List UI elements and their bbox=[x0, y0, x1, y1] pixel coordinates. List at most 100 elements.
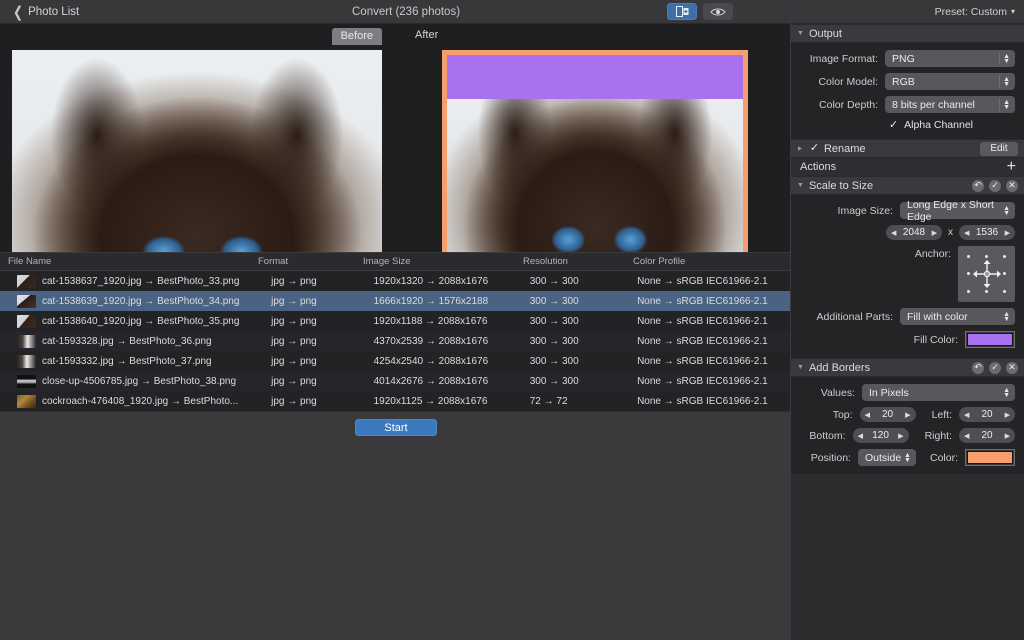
check-icon[interactable]: ✓ bbox=[989, 361, 1001, 374]
table-row[interactable]: cat-1593328.jpg → BestPhoto_36.png jpg → … bbox=[0, 331, 790, 351]
chevron-down-icon: ▾ bbox=[1010, 7, 1015, 16]
image-format-value: PNG bbox=[892, 52, 915, 65]
row-thumbnail bbox=[17, 394, 36, 408]
image-size-select[interactable]: Long Edge x Short Edge ▲ ▼ bbox=[900, 199, 1015, 223]
values-row: Values: In Pixels ▲ ▼ bbox=[800, 384, 1015, 401]
image-size-value: Long Edge x Short Edge bbox=[907, 198, 994, 223]
right-arrow-icon[interactable]: ▶ bbox=[905, 411, 910, 419]
color-depth-select[interactable]: 8 bits per channel ▲ ▼ bbox=[885, 96, 1015, 113]
right-arrow-icon[interactable]: ▶ bbox=[1005, 432, 1010, 440]
right-arrow-icon[interactable]: ▶ bbox=[932, 229, 937, 237]
table-row[interactable]: cat-1593332.jpg → BestPhoto_37.png jpg → … bbox=[0, 351, 790, 371]
before-image-frame[interactable]: Before bbox=[12, 28, 382, 252]
table-row[interactable]: cockroach-476408_1920.jpg → BestPhoto...… bbox=[0, 391, 790, 411]
right-arrow-icon[interactable]: ▶ bbox=[1005, 411, 1010, 419]
alpha-channel-checkbox[interactable]: ✓ bbox=[888, 119, 899, 131]
cell-format: jpg → png bbox=[271, 335, 317, 347]
rename-section-header[interactable]: ▼ ✓ Rename Edit bbox=[791, 139, 1024, 158]
cell-file-name: cat-1538639_1920.jpg → BestPhoto_34.png bbox=[42, 295, 240, 307]
row-thumbnail bbox=[17, 334, 36, 348]
table-row[interactable]: close-up-4506785.jpg → BestPhoto_38.png j… bbox=[0, 371, 790, 391]
disclosure-triangle-icon[interactable]: ▼ bbox=[797, 364, 804, 371]
cell-format: jpg → png bbox=[271, 295, 317, 307]
cell-image-size: 1666x1920 → 1576x2188 bbox=[373, 295, 489, 307]
position-value: Outside bbox=[864, 451, 902, 464]
back-to-photo-list-button[interactable]: ❮ Photo List bbox=[13, 2, 79, 21]
add-borders-title: Add Borders bbox=[808, 361, 871, 374]
right-stepper[interactable]: ◀ 20 ▶ bbox=[959, 428, 1015, 443]
alpha-channel-row[interactable]: ✓ Alpha Channel bbox=[800, 119, 1015, 131]
close-icon[interactable]: ✕ bbox=[1006, 179, 1018, 192]
top-stepper[interactable]: ◀ 20 ▶ bbox=[859, 407, 916, 422]
left-arrow-icon[interactable]: ◀ bbox=[865, 411, 870, 419]
height-stepper[interactable]: ◀ 1536 ▶ bbox=[959, 225, 1015, 240]
left-arrow-icon[interactable]: ◀ bbox=[858, 432, 863, 440]
table-row[interactable]: cat-1538639_1920.jpg → BestPhoto_34.png j… bbox=[0, 291, 790, 311]
column-header-file-name[interactable]: File Name bbox=[0, 256, 250, 267]
revert-icon[interactable]: ↶ bbox=[972, 361, 984, 374]
column-header-color-profile[interactable]: Color Profile bbox=[625, 256, 790, 267]
color-model-select[interactable]: RGB ▲ ▼ bbox=[885, 73, 1015, 90]
disclosure-triangle-icon[interactable]: ▼ bbox=[797, 182, 804, 189]
column-header-image-size[interactable]: Image Size bbox=[355, 256, 515, 267]
split-view-toggle-button[interactable] bbox=[667, 3, 697, 20]
revert-icon[interactable]: ↶ bbox=[972, 179, 984, 192]
add-borders-section-header[interactable]: ▼ Add Borders ↶ ✓ ✕ bbox=[791, 358, 1024, 377]
position-select[interactable]: Outside ▲ ▼ bbox=[857, 449, 916, 466]
values-value: In Pixels bbox=[869, 386, 909, 399]
start-button[interactable]: Start bbox=[355, 419, 437, 436]
check-icon[interactable]: ✓ bbox=[989, 179, 1001, 192]
cell-color-profile: None → sRGB IEC61966-2.1 bbox=[637, 355, 768, 367]
scale-to-size-section-header[interactable]: ▼ Scale to Size ↶ ✓ ✕ bbox=[791, 176, 1024, 195]
left-arrow-icon[interactable]: ◀ bbox=[964, 411, 969, 419]
cell-file-name: cat-1538640_1920.jpg → BestPhoto_35.png bbox=[42, 315, 240, 327]
rename-edit-button[interactable]: Edit bbox=[980, 141, 1018, 156]
border-color-well[interactable] bbox=[965, 449, 1015, 466]
left-arrow-icon[interactable]: ◀ bbox=[964, 432, 969, 440]
preset-bar[interactable]: Preset: Custom ▾ bbox=[791, 0, 1024, 24]
fill-color-well[interactable] bbox=[965, 331, 1015, 348]
after-image-frame[interactable]: After bbox=[415, 29, 748, 252]
left-arrow-icon[interactable]: ◀ bbox=[964, 229, 969, 237]
border-color-label: Color: bbox=[929, 451, 958, 464]
disclosure-triangle-icon[interactable]: ▼ bbox=[797, 30, 804, 37]
values-select[interactable]: In Pixels ▲ ▼ bbox=[862, 384, 1015, 401]
color-model-label: Color Model: bbox=[818, 75, 878, 88]
output-section-header[interactable]: ▼ Output bbox=[791, 24, 1024, 43]
cell-image-size: 1920x1125 → 2088x1676 bbox=[373, 395, 488, 407]
anchor-picker[interactable] bbox=[958, 246, 1015, 302]
fill-color-swatch bbox=[967, 333, 1013, 346]
width-stepper[interactable]: ◀ 2048 ▶ bbox=[886, 225, 942, 240]
cell-format: jpg → png bbox=[271, 275, 317, 287]
column-header-format[interactable]: Format bbox=[250, 256, 355, 267]
left-value: 20 bbox=[981, 409, 993, 420]
additional-parts-select[interactable]: Fill with color ▲ ▼ bbox=[900, 308, 1015, 325]
right-arrow-icon[interactable]: ▶ bbox=[898, 432, 903, 440]
right-arrow-icon[interactable]: ▶ bbox=[1005, 229, 1010, 237]
left-arrow-icon[interactable]: ◀ bbox=[891, 229, 896, 237]
alpha-channel-label: Alpha Channel bbox=[904, 119, 973, 131]
bottom-stepper[interactable]: ◀ 120 ▶ bbox=[852, 428, 909, 443]
chevron-updown-icon: ▲ ▼ bbox=[1003, 98, 1010, 111]
table-row[interactable]: cat-1538640_1920.jpg → BestPhoto_35.png j… bbox=[0, 311, 790, 331]
rename-checkbox[interactable]: ✓ bbox=[809, 143, 820, 154]
before-photo bbox=[12, 50, 382, 252]
table-header-row: File Name Format Image Size Resolution C… bbox=[0, 253, 790, 271]
image-format-select[interactable]: PNG ▲ ▼ bbox=[885, 50, 1015, 67]
plus-icon[interactable]: + bbox=[1007, 159, 1016, 175]
preview-eye-toggle-button[interactable] bbox=[703, 3, 733, 20]
cell-color-profile: None → sRGB IEC61966-2.1 bbox=[637, 295, 768, 307]
left-stepper[interactable]: ◀ 20 ▶ bbox=[959, 407, 1015, 422]
position-label: Position: bbox=[810, 451, 851, 464]
cell-color-profile: None → sRGB IEC61966-2.1 bbox=[637, 335, 768, 347]
column-header-resolution[interactable]: Resolution bbox=[515, 256, 625, 267]
chevron-left-icon: ❮ bbox=[13, 2, 24, 21]
table-row[interactable]: cat-1538637_1920.jpg → BestPhoto_33.png j… bbox=[0, 271, 790, 291]
disclosure-triangle-icon[interactable]: ▼ bbox=[797, 145, 804, 152]
section-action-icons: ↶ ✓ ✕ bbox=[972, 179, 1018, 192]
file-list-table: File Name Format Image Size Resolution C… bbox=[0, 252, 790, 411]
cell-format: jpg → png bbox=[271, 355, 317, 367]
output-section-body: Image Format: PNG ▲ ▼ Color Model: RGB ▲ ▼… bbox=[791, 43, 1024, 139]
close-icon[interactable]: ✕ bbox=[1006, 361, 1018, 374]
cell-image-size: 1920x1320 → 2088x1676 bbox=[373, 275, 489, 287]
